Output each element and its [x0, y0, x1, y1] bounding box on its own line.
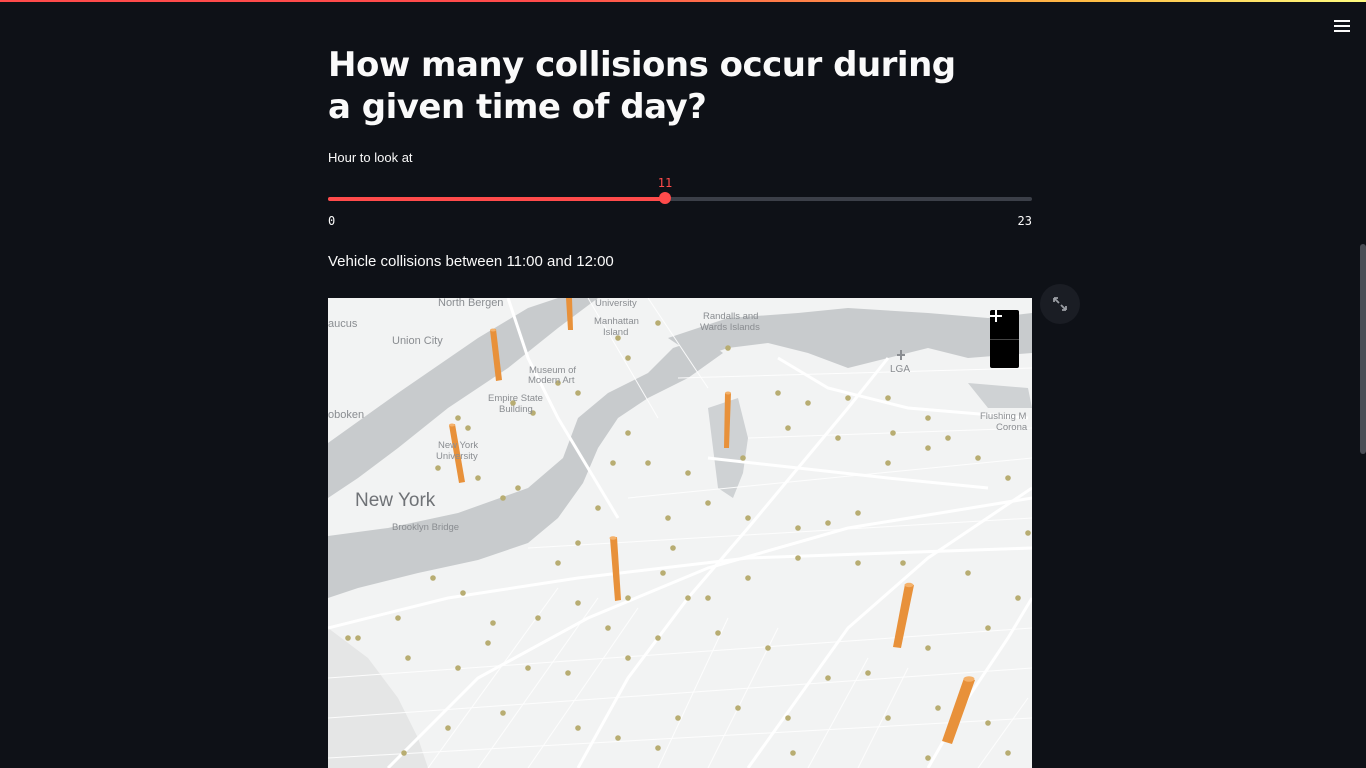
map-label-manhattan: Manhattan — [594, 316, 639, 327]
hour-slider-thumb[interactable] — [659, 192, 671, 204]
hour-slider-label: Hour to look at — [328, 150, 413, 165]
collision-column-top — [725, 391, 731, 395]
map-label-nyu-1: New York — [438, 440, 479, 451]
map-label-museum-2: Modern Art — [528, 375, 575, 386]
collision-column-top — [963, 676, 975, 682]
fullscreen-button[interactable] — [1040, 284, 1080, 324]
brooklyn-waterfront — [328, 628, 428, 768]
page-scrollbar[interactable] — [1360, 244, 1366, 454]
hour-slider-fill — [328, 197, 665, 201]
collision-column — [942, 678, 975, 744]
expand-icon — [1053, 297, 1067, 311]
hour-slider-min: 0 — [328, 214, 336, 228]
collision-column-top — [904, 582, 914, 588]
map-label-lga: LGA — [890, 364, 911, 375]
map-label-brooklyn-bridge: Brooklyn Bridge — [392, 522, 460, 533]
map-label-secaucus: aucus — [328, 318, 358, 330]
hour-slider[interactable]: 11 0 23 — [328, 176, 1032, 232]
main-menu-button[interactable] — [1328, 14, 1356, 38]
map-label-empire-1: Empire State — [488, 393, 543, 404]
map-label-flushing-1: Flushing M — [980, 411, 1027, 422]
map-label-hoboken: oboken — [328, 409, 365, 421]
map-label-union-city: Union City — [392, 335, 443, 347]
hour-slider-max: 23 — [1017, 214, 1032, 228]
hour-slider-value: 11 — [657, 176, 673, 190]
map-label-new-york: New York — [355, 490, 436, 511]
map-label-nyu-2: University — [436, 451, 478, 462]
map-label-wards: Wards Islands — [700, 322, 760, 333]
map-label-flushing-2: Corona — [996, 422, 1028, 433]
map-label-empire-2: Building — [499, 404, 533, 415]
map-label-university: University — [595, 298, 637, 309]
collision-map[interactable]: North Bergen University Manhattan Island… — [328, 298, 1032, 768]
map-basemap — [328, 298, 1032, 768]
header-decoration-bar — [0, 0, 1366, 2]
collision-column — [893, 584, 914, 648]
map-label-north-bergen: North Bergen — [438, 298, 504, 309]
flushing-bay — [968, 383, 1032, 408]
map-caption: Vehicle collisions between 11:00 and 12:… — [328, 253, 614, 270]
collision-column-top — [449, 423, 455, 427]
east-river — [328, 338, 723, 598]
collision-column — [566, 298, 573, 330]
map-label-randalls: Randalls and — [703, 311, 759, 322]
hour-slider-track[interactable] — [328, 197, 1032, 201]
collision-column-top — [490, 328, 496, 332]
zoom-out-button[interactable] — [990, 315, 1019, 369]
page-title: How many collisions occur during a given… — [328, 45, 956, 127]
minus-icon — [990, 315, 1002, 317]
collision-column-top — [609, 536, 617, 540]
collision-column — [610, 537, 621, 601]
map-label-island: Island — [603, 327, 629, 338]
hamburger-menu-icon — [1334, 20, 1350, 32]
map-zoom-controls — [990, 310, 1019, 368]
